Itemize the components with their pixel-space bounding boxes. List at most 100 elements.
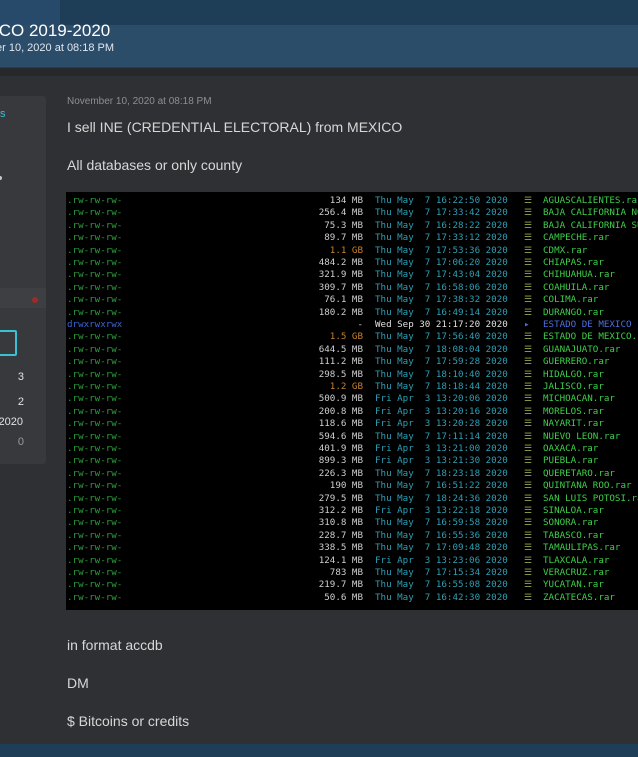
- archive-icon: ☰: [524, 579, 533, 591]
- file-size: 200.8 MB: [318, 405, 363, 417]
- thread-title[interactable]: ICO 2019-2020: [0, 21, 110, 41]
- file-permissions: .rw-rw-rw-: [67, 257, 123, 268]
- stat-reputation: 0: [17, 436, 24, 448]
- post-date[interactable]: November 10, 2020 at 08:18 PM: [67, 96, 212, 107]
- archive-icon: ☰: [524, 542, 533, 554]
- terminal-row: .rw-rw-rw- 111.2 MB Thu May 7 17:59:28 202…: [66, 356, 638, 368]
- archive-icon: ☰: [524, 257, 533, 268]
- file-permissions: .rw-rw-rw-: [67, 542, 123, 554]
- file-permissions: .rw-rw-rw-: [67, 455, 123, 467]
- terminal-row: .rw-rw-rw- 76.1 MB Thu May 7 17:38:32 2020…: [66, 294, 638, 306]
- file-permissions: .rw-rw-rw-: [67, 480, 123, 492]
- file-modified-date: Thu May 7 18:23:18 2020: [375, 467, 508, 479]
- file-modified-date: Fri Apr 3 13:20:16 2020: [375, 405, 508, 417]
- file-name: MORELOS.rar: [543, 405, 604, 417]
- archive-icon: ☰: [524, 517, 533, 529]
- file-permissions: .rw-rw-rw-: [67, 405, 123, 417]
- post-line-format: in format accdb: [67, 637, 163, 653]
- archive-icon: ☰: [524, 195, 533, 206]
- file-name: SAN LUIS POTOSI.rar: [543, 492, 638, 504]
- thread-date: er 10, 2020 at 08:18 PM: [0, 42, 115, 54]
- file-size: -: [357, 319, 363, 330]
- file-modified-date: Thu May 7 17:59:28 2020: [375, 356, 508, 368]
- file-size: 309.7 MB: [318, 281, 363, 293]
- file-permissions: .rw-rw-rw-: [67, 529, 123, 541]
- file-name: VERACRUZ.rar: [543, 567, 610, 578]
- file-size: 783 MB: [329, 567, 363, 578]
- file-size: 190 MB: [329, 480, 363, 492]
- file-size: 1.2 GB: [329, 381, 363, 392]
- archive-icon: ☰: [524, 219, 533, 231]
- author-sidebar: s 3 2 2020 0: [0, 96, 46, 464]
- file-permissions: .rw-rw-rw-: [67, 393, 123, 405]
- file-name: CDMX.rar: [543, 244, 588, 256]
- file-size: 118.6 MB: [318, 418, 363, 430]
- terminal-row: .rw-rw-rw- 279.5 MB Thu May 7 18:24:36 202…: [66, 493, 638, 505]
- file-modified-date: Thu May 7 18:18:44 2020: [375, 381, 508, 392]
- terminal-row: .rw-rw-rw- 89.7 MB Thu May 7 17:33:12 2020…: [66, 232, 638, 244]
- archive-icon: ☰: [524, 207, 533, 219]
- archive-icon: ☰: [524, 492, 533, 504]
- file-name: COLIMA.rar: [543, 294, 599, 306]
- file-modified-date: Thu May 7 16:28:22 2020: [375, 219, 508, 231]
- file-permissions: .rw-rw-rw-: [67, 219, 123, 231]
- terminal-row: .rw-rw-rw- 338.5 MB Thu May 7 17:09:48 202…: [66, 542, 638, 554]
- author-name-link[interactable]: s: [0, 108, 6, 120]
- file-size: 256.4 MB: [318, 207, 363, 219]
- file-permissions: .rw-rw-rw-: [67, 505, 123, 516]
- file-modified-date: Wed Sep 30 21:17:20 2020: [375, 319, 508, 330]
- post-line-contact: DM: [67, 675, 89, 691]
- file-permissions: .rw-rw-rw-: [67, 567, 123, 578]
- post-line-scope: All databases or only county: [67, 157, 243, 173]
- archive-icon: ☰: [524, 356, 533, 368]
- stat-joined: 2020: [0, 416, 23, 428]
- file-modified-date: Thu May 7 17:53:36 2020: [375, 244, 508, 256]
- file-modified-date: Thu May 7 18:24:36 2020: [375, 492, 508, 504]
- file-modified-date: Fri Apr 3 13:20:28 2020: [375, 418, 508, 430]
- terminal-row: .rw-rw-rw- 256.4 MB Thu May 7 17:33:42 202…: [66, 207, 638, 219]
- badge-icon[interactable]: [0, 330, 17, 356]
- file-size: 111.2 MB: [318, 356, 363, 368]
- archive-icon: ☰: [524, 244, 533, 256]
- file-name: CAMPECHE.rar: [543, 232, 610, 244]
- file-permissions: .rw-rw-rw-: [67, 281, 123, 293]
- terminal-row: .rw-rw-rw- 1.5 GB Thu May 7 17:56:40 2020 ☰…: [66, 331, 638, 343]
- file-name: BAJA CALIFORNIA NORTE.rar: [543, 207, 638, 219]
- file-modified-date: Thu May 7 17:09:48 2020: [375, 542, 508, 554]
- archive-icon: ☰: [524, 368, 533, 380]
- file-size: 75.3 MB: [324, 219, 363, 231]
- file-modified-date: Thu May 7 16:55:08 2020: [375, 579, 508, 591]
- file-modified-date: Thu May 7 17:33:12 2020: [375, 232, 508, 244]
- file-name: ZACATECAS.rar: [543, 591, 615, 603]
- file-name: NAYARIT.rar: [543, 418, 604, 430]
- file-size: 1.1 GB: [329, 244, 363, 256]
- archive-icon: ☰: [524, 269, 533, 281]
- file-modified-date: Fri Apr 3 13:23:06 2020: [375, 554, 508, 566]
- file-permissions: .rw-rw-rw-: [67, 294, 123, 306]
- file-name: CHIHUAHUA.rar: [543, 269, 615, 281]
- archive-icon: ☰: [524, 455, 533, 467]
- archive-icon: ☰: [524, 331, 533, 343]
- file-modified-date: Thu May 7 16:49:14 2020: [375, 306, 508, 318]
- terminal-row: .rw-rw-rw- 1.2 GB Thu May 7 18:18:44 2020 ☰…: [66, 381, 638, 393]
- terminal-row: .rw-rw-rw- 226.3 MB Thu May 7 18:23:18 202…: [66, 468, 638, 480]
- archive-icon: ☰: [524, 443, 533, 454]
- file-size: 644.5 MB: [318, 343, 363, 355]
- file-modified-date: Thu May 7 17:33:42 2020: [375, 207, 508, 219]
- terminal-row: .rw-rw-rw- 321.9 MB Thu May 7 17:43:04 202…: [66, 269, 638, 281]
- file-modified-date: Thu May 7 17:06:20 2020: [375, 257, 508, 268]
- file-name: CHIAPAS.rar: [543, 257, 604, 268]
- terminal-row: .rw-rw-rw- 50.6 MB Thu May 7 16:42:30 2020…: [66, 592, 638, 604]
- file-permissions: .rw-rw-rw-: [67, 331, 123, 343]
- file-permissions: .rw-rw-rw-: [67, 443, 123, 454]
- terminal-row: .rw-rw-rw- 309.7 MB Thu May 7 16:58:06 202…: [66, 282, 638, 294]
- file-modified-date: Thu May 7 16:55:36 2020: [375, 529, 508, 541]
- status-dot: [0, 176, 2, 180]
- footer-bar: [0, 744, 638, 757]
- file-modified-date: Thu May 7 18:08:04 2020: [375, 343, 508, 355]
- archive-icon: ☰: [524, 554, 533, 566]
- file-permissions: .rw-rw-rw-: [67, 207, 123, 219]
- file-size: 899.3 MB: [318, 455, 363, 467]
- file-size: 298.5 MB: [318, 368, 363, 380]
- file-modified-date: Thu May 7 17:38:32 2020: [375, 294, 508, 306]
